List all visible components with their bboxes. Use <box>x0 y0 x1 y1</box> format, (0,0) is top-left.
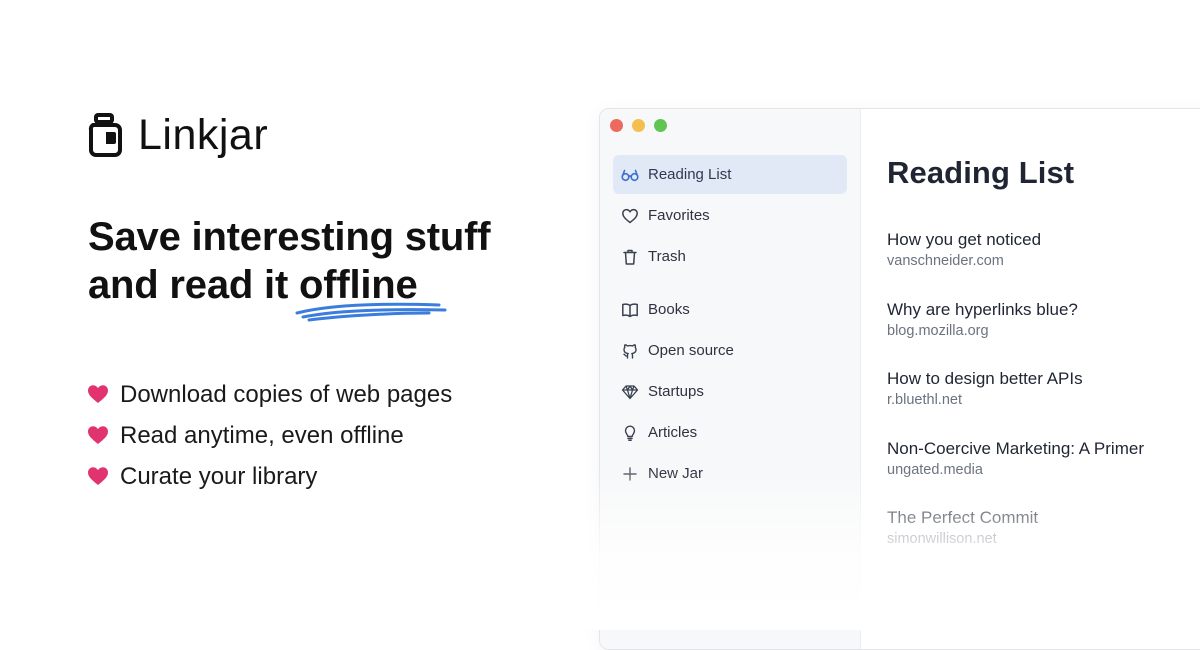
article-domain: ungated.media <box>887 461 983 478</box>
sidebar-item-label: Trash <box>648 248 686 265</box>
plus-icon <box>621 465 639 483</box>
glasses-icon <box>621 166 639 184</box>
sidebar-item-trash[interactable]: Trash <box>613 237 847 276</box>
heart-icon <box>88 385 108 403</box>
diamond-icon <box>621 383 639 401</box>
brand: Linkjar <box>88 112 268 158</box>
brand-name: Linkjar <box>138 110 269 159</box>
sidebar-item-articles[interactable]: Articles <box>613 413 847 452</box>
lightbulb-icon <box>621 424 639 442</box>
nav-separator <box>613 278 847 290</box>
sidebar: Reading List Favorites Trash Books Open … <box>600 109 861 649</box>
sidebar-nav: Reading List Favorites Trash Books Open … <box>613 155 847 495</box>
sidebar-item-books[interactable]: Books <box>613 290 847 329</box>
sidebar-item-label: Books <box>648 301 690 318</box>
headline-line-2-prefix: and read it <box>88 263 299 307</box>
sidebar-item-label: Favorites <box>648 207 710 224</box>
sidebar-item-reading-list[interactable]: Reading List <box>613 155 847 194</box>
feature-item: Curate your library <box>88 456 452 497</box>
sidebar-item-startups[interactable]: Startups <box>613 372 847 411</box>
article-title: Why are hyperlinks blue? <box>887 299 1078 319</box>
heart-outline-icon <box>621 207 639 225</box>
list-item[interactable]: Non-Coercive Marketing: A Primer ungated… <box>887 438 1144 508</box>
article-title: Non-Coercive Marketing: A Primer <box>887 438 1144 458</box>
headline-emphasis: offline <box>295 261 447 322</box>
page-title: Reading List <box>887 155 1075 190</box>
article-title: The Perfect Commit <box>887 508 1039 527</box>
headline-line-2: and read it offline <box>88 261 490 322</box>
github-icon <box>621 342 639 360</box>
new-jar-button[interactable]: New Jar <box>613 454 847 493</box>
trash-icon <box>621 248 639 266</box>
underline-squiggle-icon <box>295 302 447 322</box>
book-icon <box>621 301 639 319</box>
feature-item: Download copies of web pages <box>88 374 452 415</box>
article-domain: vanschneider.com <box>887 253 1004 269</box>
article-list: How you get noticed vanschneider.com Why… <box>887 229 1144 577</box>
close-window-button[interactable] <box>610 119 623 132</box>
sidebar-item-label: New Jar <box>648 465 704 482</box>
list-item[interactable]: How you get noticed vanschneider.com <box>887 229 1144 299</box>
app-window: Reading List Favorites Trash Books Open … <box>599 108 1200 650</box>
jar-logo-icon <box>88 113 122 157</box>
feature-text: Download copies of web pages <box>120 380 453 408</box>
minimize-window-button[interactable] <box>632 119 645 132</box>
sidebar-item-favorites[interactable]: Favorites <box>613 196 847 235</box>
feature-item: Read anytime, even offline <box>88 415 452 456</box>
sidebar-item-label: Startups <box>648 383 704 400</box>
feature-text: Read anytime, even offline <box>120 421 404 449</box>
article-domain: r.bluethl.net <box>887 392 962 408</box>
list-item[interactable]: Why are hyperlinks blue? blog.mozilla.or… <box>887 299 1144 369</box>
list-item[interactable]: How to design better APIs r.bluethl.net <box>887 368 1144 438</box>
zoom-window-button[interactable] <box>654 119 667 132</box>
sidebar-item-label: Articles <box>648 424 698 441</box>
list-item[interactable]: The Perfect Commit simonwillison.net <box>887 507 1144 577</box>
article-title: How to design better APIs <box>887 369 1083 388</box>
heart-icon <box>88 426 108 444</box>
article-domain: simonwillison.net <box>887 531 997 547</box>
content-pane: Reading List How you get noticed vanschn… <box>887 109 1200 649</box>
sidebar-item-open-source[interactable]: Open source <box>613 331 847 370</box>
feature-text: Curate your library <box>120 462 318 490</box>
headline-line-1: Save interesting stuff <box>88 215 491 259</box>
sidebar-item-label: Reading List <box>648 166 732 183</box>
sidebar-item-label: Open source <box>648 342 734 359</box>
window-controls <box>610 119 667 132</box>
headline: Save interesting stuff and read it offli… <box>88 213 491 322</box>
heart-icon <box>88 467 108 485</box>
feature-list: Download copies of web pages Read anytim… <box>88 374 452 497</box>
article-title: How you get noticed <box>887 230 1042 249</box>
article-domain: blog.mozilla.org <box>887 322 989 339</box>
